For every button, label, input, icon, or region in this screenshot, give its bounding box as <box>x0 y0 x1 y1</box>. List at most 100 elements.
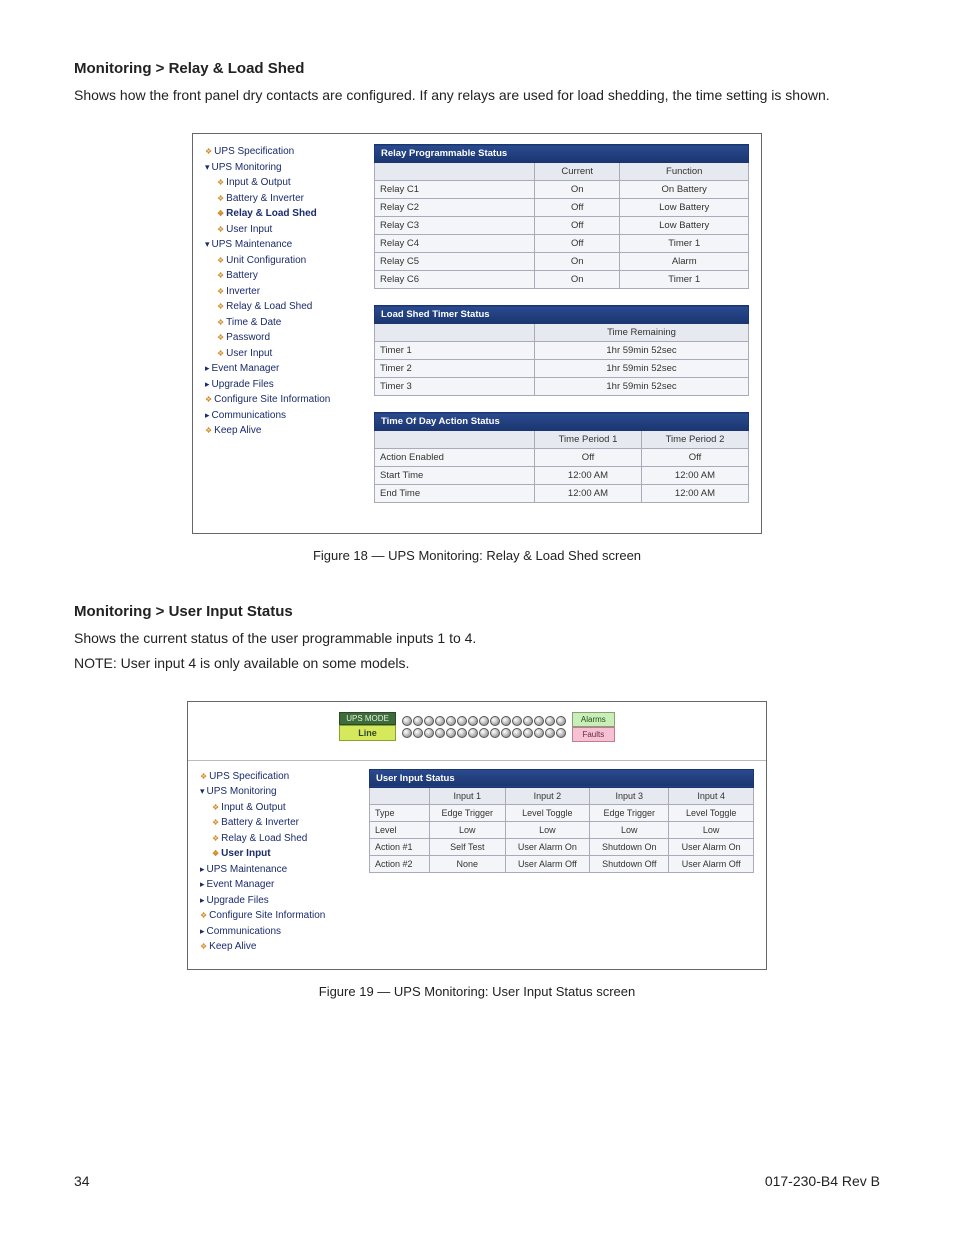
status-dot-icon <box>435 728 445 738</box>
table-cell: 12:00 AM <box>535 485 642 503</box>
nav-item[interactable]: UPS Specification <box>200 769 355 785</box>
nav-item[interactable]: Relay & Load Shed <box>205 299 360 315</box>
section2-heading: Monitoring > User Input Status <box>74 603 880 620</box>
nav-item[interactable]: Time & Date <box>205 315 360 331</box>
ups-mode-value: Line <box>339 725 396 741</box>
nav-item[interactable]: Battery & Inverter <box>200 815 355 831</box>
nav-item[interactable]: Event Manager <box>205 361 360 377</box>
column-header: Input 2 <box>505 787 590 804</box>
nav-item[interactable]: UPS Specification <box>205 144 360 160</box>
status-dot-icon <box>446 728 456 738</box>
nav-item[interactable]: UPS Maintenance <box>205 237 360 253</box>
status-dot-icon <box>479 728 489 738</box>
table-cell: User Alarm On <box>669 838 754 855</box>
table-row: Timer 21hr 59min 52sec <box>375 360 749 378</box>
status-dot-icon <box>556 716 566 726</box>
table-cell: Self Test <box>430 838 506 855</box>
nav-item[interactable]: Keep Alive <box>205 423 360 439</box>
nav-item[interactable]: Inverter <box>205 284 360 300</box>
nav-item[interactable]: Configure Site Information <box>200 908 355 924</box>
faults-box: Faults <box>572 727 615 742</box>
table-cell: Off <box>535 217 620 235</box>
nav-tree-2: UPS SpecificationUPS MonitoringInput & O… <box>200 769 355 955</box>
status-dot-icon <box>479 716 489 726</box>
nav-tree-1: UPS SpecificationUPS MonitoringInput & O… <box>205 144 360 439</box>
column-header: Time Period 2 <box>642 431 749 449</box>
nav-item[interactable]: UPS Monitoring <box>200 784 355 800</box>
column-header: Current <box>535 163 620 181</box>
nav-item[interactable]: UPS Monitoring <box>205 160 360 176</box>
nav-item[interactable]: Communications <box>205 408 360 424</box>
status-dot-icon <box>424 728 434 738</box>
status-dot-icon <box>468 716 478 726</box>
status-dot-icon <box>534 716 544 726</box>
time-of-day-action-status-table: Time Of Day Action Status Time Period 1T… <box>374 412 749 503</box>
nav-item[interactable]: Input & Output <box>205 175 360 191</box>
nav-item[interactable]: Upgrade Files <box>200 893 355 909</box>
nav-item[interactable]: Communications <box>200 924 355 940</box>
table-row: Start Time12:00 AM12:00 AM <box>375 467 749 485</box>
table-row: Timer 31hr 59min 52sec <box>375 378 749 396</box>
section1-heading: Monitoring > Relay & Load Shed <box>74 60 880 77</box>
table-row: TypeEdge TriggerLevel ToggleEdge Trigger… <box>370 804 754 821</box>
nav-item[interactable]: User Input <box>205 222 360 238</box>
figure-19-caption: Figure 19 — UPS Monitoring: User Input S… <box>74 984 880 999</box>
status-dot-icon <box>556 728 566 738</box>
load-shed-header: Time Remaining <box>535 324 749 342</box>
table-cell: 12:00 AM <box>535 467 642 485</box>
nav-item[interactable]: UPS Maintenance <box>200 862 355 878</box>
relay-table-title: Relay Programmable Status <box>375 145 749 163</box>
nav-item[interactable]: Relay & Load Shed <box>200 831 355 847</box>
nav-item[interactable]: Upgrade Files <box>205 377 360 393</box>
table-row: Relay C4OffTimer 1 <box>375 235 749 253</box>
nav-item[interactable]: Configure Site Information <box>205 392 360 408</box>
status-dot-icon <box>413 716 423 726</box>
column-header: Input 3 <box>590 787 669 804</box>
page-number: 34 <box>74 1173 90 1189</box>
tod-title: Time Of Day Action Status <box>375 413 749 431</box>
table-cell: On <box>535 253 620 271</box>
status-dot-icon <box>424 716 434 726</box>
table-cell: Type <box>370 804 430 821</box>
table-cell: Timer 1 <box>620 271 749 289</box>
nav-item[interactable]: User Input <box>205 346 360 362</box>
table-cell: Level <box>370 821 430 838</box>
table-row: LevelLowLowLowLow <box>370 821 754 838</box>
table-cell: Shutdown Off <box>590 855 669 872</box>
table-cell: Low Battery <box>620 217 749 235</box>
table-cell: Low Battery <box>620 199 749 217</box>
nav-item[interactable]: Battery & Inverter <box>205 191 360 207</box>
table-cell: Action #2 <box>370 855 430 872</box>
status-dot-matrix <box>402 716 566 738</box>
doc-id: 017-230-B4 Rev B <box>765 1173 880 1189</box>
load-shed-title: Load Shed Timer Status <box>375 306 749 324</box>
table-cell: 1hr 59min 52sec <box>535 342 749 360</box>
status-dot-icon <box>501 716 511 726</box>
table-row: Relay C5OnAlarm <box>375 253 749 271</box>
nav-item[interactable]: Input & Output <box>200 800 355 816</box>
nav-item[interactable]: Battery <box>205 268 360 284</box>
nav-item[interactable]: Unit Configuration <box>205 253 360 269</box>
table-cell: Low <box>430 821 506 838</box>
table-cell: 12:00 AM <box>642 467 749 485</box>
table-cell: Edge Trigger <box>590 804 669 821</box>
table-row: Relay C1OnOn Battery <box>375 181 749 199</box>
table-cell: Alarm <box>620 253 749 271</box>
status-dot-icon <box>402 728 412 738</box>
table-cell: Edge Trigger <box>430 804 506 821</box>
status-dot-icon <box>545 716 555 726</box>
ups-mode-widget: UPS MODE Line <box>339 712 396 741</box>
ups-mode-label: UPS MODE <box>339 712 396 725</box>
status-dot-icon <box>446 716 456 726</box>
table-row: Relay C3OffLow Battery <box>375 217 749 235</box>
table-cell: On <box>535 181 620 199</box>
status-dot-icon <box>545 728 555 738</box>
column-header <box>370 787 430 804</box>
nav-item[interactable]: User Input <box>200 846 355 862</box>
nav-item[interactable]: Event Manager <box>200 877 355 893</box>
nav-item[interactable]: Keep Alive <box>200 939 355 955</box>
relay-programmable-status-table: Relay Programmable Status CurrentFunctio… <box>374 144 749 289</box>
nav-item[interactable]: Password <box>205 330 360 346</box>
nav-item[interactable]: Relay & Load Shed <box>205 206 360 222</box>
status-dot-icon <box>490 716 500 726</box>
